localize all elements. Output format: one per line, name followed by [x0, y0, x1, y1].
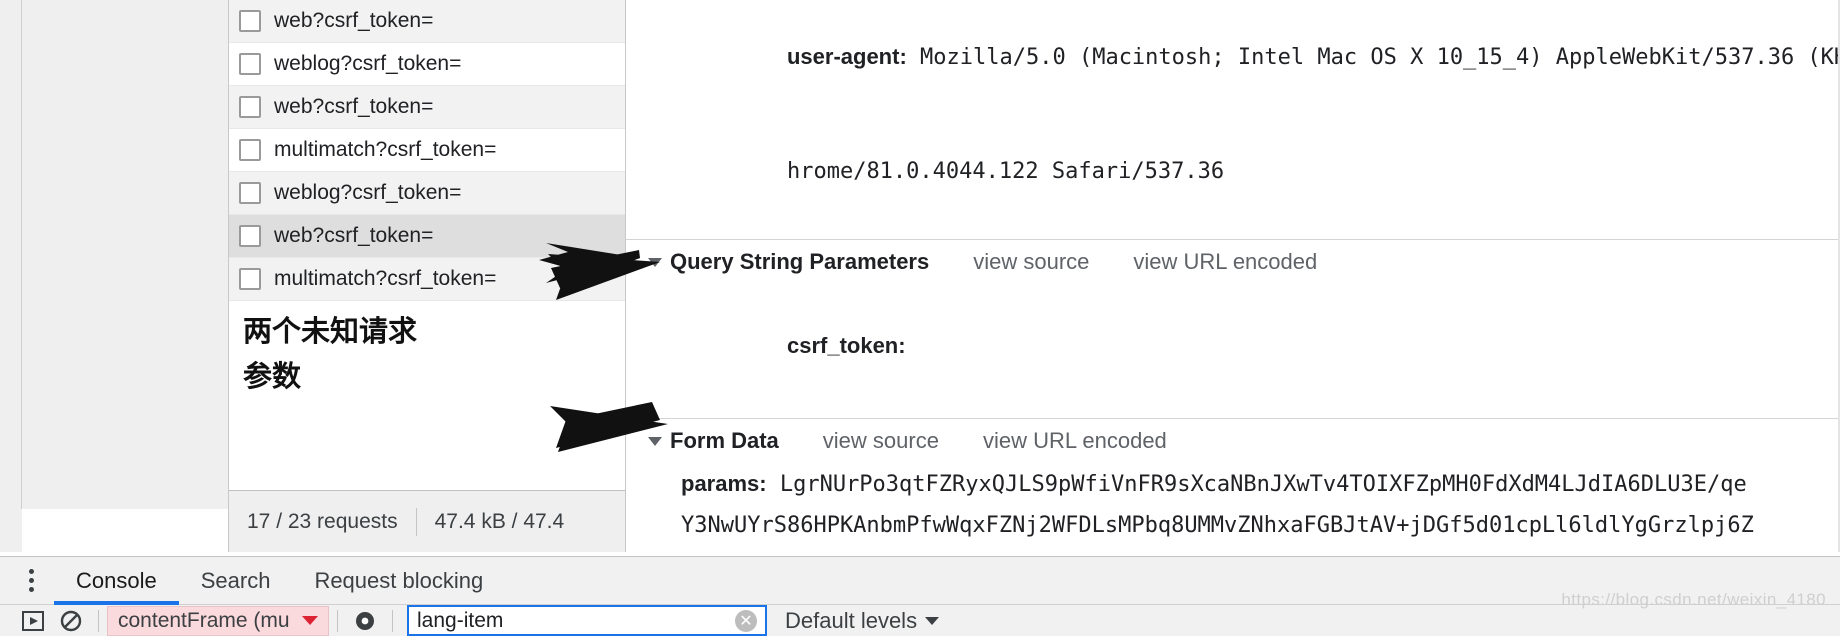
request-name: web?csrf_token=	[274, 224, 434, 247]
filter-separator-2	[337, 609, 338, 632]
request-row[interactable]: multimatch?csrf_token=	[229, 129, 625, 172]
request-name: web?csrf_token=	[274, 9, 434, 32]
console-filter-input-wrap[interactable]: ✕	[407, 605, 767, 636]
request-row[interactable]: web?csrf_token=	[229, 0, 625, 43]
execution-context-label: contentFrame (mu	[118, 608, 290, 632]
request-count: 17 / 23 requests	[247, 509, 398, 533]
chevron-down-icon[interactable]	[648, 436, 662, 446]
left-gutter	[0, 0, 22, 509]
form-data-section-header[interactable]: Form Data view source view URL encoded	[626, 419, 1840, 463]
devtools-network-panel: web?csrf_token= weblog?csrf_token= web?csr…	[0, 0, 1840, 636]
request-detail-pane: user-agent: Mozilla/5.0 (Macintosh; Inte…	[626, 0, 1840, 552]
form-data-body: params: LgrNUrPo3qtFZRyxQJLS9pWfiVnFR9sX…	[626, 463, 1840, 552]
user-agent-row: user-agent: Mozilla/5.0 (Macintosh; Inte…	[626, 0, 1840, 115]
execute-icon[interactable]	[14, 608, 52, 634]
drawer-tab-search[interactable]: Search	[179, 557, 293, 605]
log-levels-dropdown[interactable]: Default levels	[785, 607, 940, 634]
request-name: multimatch?csrf_token=	[274, 267, 497, 290]
request-name: multimatch?csrf_token=	[274, 138, 497, 161]
request-row[interactable]: multimatch?csrf_token=	[229, 258, 625, 301]
request-name: weblog?csrf_token=	[274, 181, 462, 204]
transfer-size: 47.4 kB / 47.4	[434, 509, 565, 533]
query-string-view-source[interactable]: view source	[973, 249, 1089, 275]
left-gutter-lower	[0, 509, 22, 552]
filter-separator-3	[392, 609, 393, 632]
query-string-title: Query String Parameters	[670, 249, 930, 274]
request-row[interactable]: weblog?csrf_token=	[229, 172, 625, 215]
request-row[interactable]: web?csrf_token=	[229, 86, 625, 129]
request-checkbox[interactable]	[239, 225, 261, 247]
log-levels-label: Default levels	[785, 607, 918, 633]
params-value-0: LgrNUrPo3qtFZRyxQJLS9pWfiVnFR9sXcaNBnJXw…	[766, 472, 1747, 497]
request-name: web?csrf_token=	[274, 95, 434, 118]
network-status-bar: 17 / 23 requests 47.4 kB / 47.4	[228, 490, 626, 552]
user-agent-row-cont: hrome/81.0.4044.122 Safari/537.36	[626, 115, 1840, 229]
request-checkbox[interactable]	[239, 96, 261, 118]
query-string-view-url-encoded[interactable]: view URL encoded	[1133, 249, 1317, 275]
console-filter-input[interactable]	[417, 608, 735, 633]
chevron-down-icon[interactable]	[925, 616, 940, 625]
drawer-tab-request-blocking[interactable]: Request blocking	[292, 557, 505, 605]
params-value-1: Y3NwUYrS86HPKAnbmPfwWqxFZNj2WFDLsMPbq8UM…	[681, 513, 1754, 538]
left-empty-area	[22, 0, 228, 509]
query-string-section-header[interactable]: Query String Parameters view source view…	[626, 240, 1840, 284]
user-agent-value-line2: hrome/81.0.4044.122 Safari/537.36	[786, 159, 1225, 184]
more-options-icon[interactable]	[8, 569, 54, 592]
live-expression-icon[interactable]	[346, 608, 384, 634]
clear-icon[interactable]: ✕	[735, 609, 757, 632]
watermark: https://blog.csdn.net/weixin_4180	[1561, 590, 1826, 609]
request-list[interactable]: web?csrf_token= weblog?csrf_token= web?csr…	[228, 0, 626, 490]
params-value-0-row: params: LgrNUrPo3qtFZRyxQJLS9pWfiVnFR9sX…	[626, 463, 1840, 505]
form-data-view-url-encoded[interactable]: view URL encoded	[983, 428, 1167, 454]
drawer-tab-console[interactable]: Console	[54, 557, 179, 605]
clear-console-icon[interactable]	[52, 608, 90, 634]
request-name: weblog?csrf_token=	[274, 52, 462, 75]
user-agent-key: user-agent:	[786, 44, 907, 69]
form-data-view-source[interactable]: view source	[823, 428, 939, 454]
params-value-1-row: Y3NwUYrS86HPKAnbmPfwWqxFZNj2WFDLsMPbq8UM…	[626, 505, 1840, 546]
execution-context-select[interactable]: contentFrame (mu	[107, 605, 329, 636]
annotation-text: 两个未知请求 参数	[243, 310, 417, 400]
csrf-token-key: csrf_token:	[786, 333, 906, 358]
request-checkbox[interactable]	[239, 10, 261, 32]
csrf-token-row: csrf_token:	[626, 284, 1840, 408]
request-checkbox[interactable]	[239, 268, 261, 290]
form-data-title: Form Data	[670, 428, 779, 453]
request-checkbox[interactable]	[239, 139, 261, 161]
request-row[interactable]: weblog?csrf_token=	[229, 43, 625, 86]
request-checkbox[interactable]	[239, 53, 261, 75]
filter-separator-1	[98, 609, 99, 632]
request-checkbox[interactable]	[239, 182, 261, 204]
annotation-line-2: 参数	[243, 360, 302, 393]
user-agent-value-line1: Mozilla/5.0 (Macintosh; Intel Mac OS X 1…	[906, 45, 1840, 70]
chevron-down-icon[interactable]	[302, 616, 318, 625]
request-row[interactable]: web?csrf_token=	[229, 215, 625, 258]
chevron-down-icon[interactable]	[648, 257, 662, 267]
annotation-line-1: 两个未知请求	[243, 316, 418, 348]
params-key: params:	[681, 471, 767, 496]
